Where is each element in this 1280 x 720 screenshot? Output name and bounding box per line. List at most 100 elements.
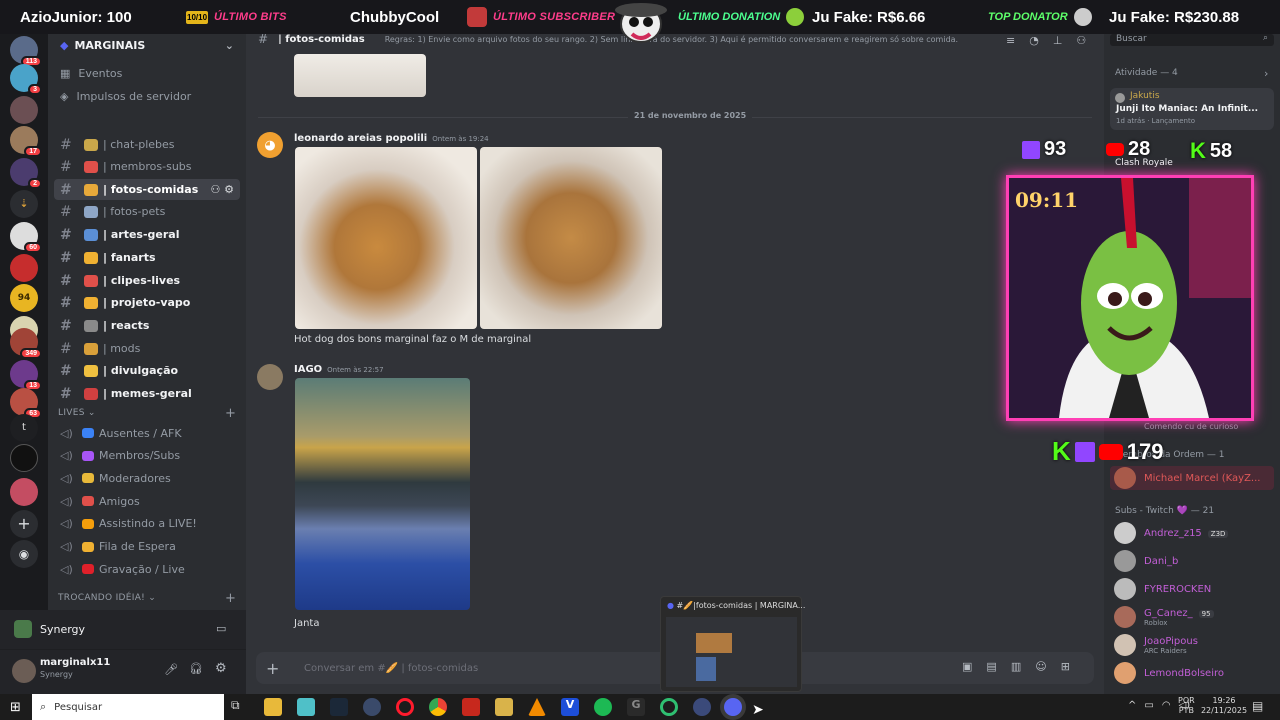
voice-channel[interactable]: ◁) Membros/Subs — [54, 446, 240, 466]
app-icon[interactable] — [693, 698, 711, 716]
category-lives[interactable]: LIVES ⌄ + — [58, 406, 236, 421]
member-row[interactable]: Andrez_z15 Z3D — [1114, 522, 1229, 544]
message-author[interactable]: leonardo areias popolili Ontem às 19:24 — [294, 133, 489, 144]
channel-item[interactable]: # | mods — [54, 338, 240, 359]
voice-channel[interactable]: ◁) Gravação / Live — [54, 559, 240, 579]
hot-dog-image[interactable] — [480, 147, 662, 329]
vlc-icon[interactable] — [528, 698, 546, 716]
member-row[interactable]: Michael Marcel (KayZ... — [1114, 467, 1260, 489]
server-header[interactable]: ◆ MARGINAIS ⌄ — [60, 34, 240, 56]
spotify-icon[interactable] — [594, 698, 612, 716]
headphones-icon[interactable]: 🎧︎ — [189, 662, 203, 675]
chevron-up-icon[interactable]: ^ — [1128, 700, 1136, 711]
opera-icon[interactable] — [396, 698, 414, 716]
member-row[interactable]: LemondBolseiro — [1114, 662, 1224, 684]
add-attachment-icon[interactable]: + — [266, 659, 290, 678]
media-player-icon[interactable] — [495, 698, 513, 716]
channel-item[interactable]: # | fotos-pets — [54, 201, 240, 222]
member-row[interactable]: Dani_b — [1114, 550, 1178, 572]
voice-channel[interactable]: ◁) Ausentes / AFK — [54, 423, 240, 443]
threads-icon[interactable]: ≡ — [1006, 34, 1015, 47]
dinner-image[interactable] — [295, 378, 470, 610]
voice-channel[interactable]: ◁) Assistindo a LIVE! — [54, 514, 240, 534]
apps-icon[interactable]: ⊞ — [1061, 660, 1070, 673]
channel-item[interactable]: # | divulgação — [54, 360, 240, 381]
channel-item[interactable]: # | fanarts — [54, 247, 240, 268]
steam-icon[interactable] — [330, 698, 348, 716]
file-explorer-icon[interactable] — [264, 698, 282, 716]
screen-icon[interactable]: ▭ — [216, 622, 226, 635]
channel-item[interactable]: # | clipes-lives — [54, 270, 240, 291]
voice-channel[interactable]: ◁) Moderadores — [54, 468, 240, 488]
server-icon[interactable] — [10, 478, 38, 506]
discord-icon[interactable] — [724, 698, 742, 716]
chrome-icon[interactable] — [429, 698, 447, 716]
taskbar-preview[interactable]: ● #🥖|fotos-comidas | MARGINA... — [660, 596, 805, 692]
app-icon[interactable]: V — [561, 698, 579, 716]
channel-settings-icon[interactable]: ⚇ ⚙ — [210, 183, 234, 196]
server-icon[interactable] — [10, 96, 38, 124]
nav-boosts[interactable]: ◈ Impulsos de servidor — [60, 86, 191, 106]
avatar[interactable]: ◕ — [257, 132, 283, 158]
members-icon[interactable]: ⚇ — [1076, 34, 1086, 47]
notification-icon[interactable]: ▤ — [1252, 699, 1263, 713]
message-author[interactable]: IAGO Ontem às 22:57 — [294, 364, 384, 375]
activity-card[interactable]: Jakutis Junji Ito Maniac: An Infinit... … — [1110, 88, 1274, 130]
gif-icon[interactable]: ▤ — [986, 660, 996, 673]
server-icon[interactable]: 17 — [10, 126, 42, 157]
explore-icon[interactable]: ◉ — [10, 540, 38, 568]
server-icon[interactable]: 13 — [10, 360, 42, 391]
message-input-placeholder[interactable]: Conversar em #🥖 | fotos-comidas — [304, 663, 478, 674]
gear-icon[interactable]: ⚙ — [215, 661, 227, 676]
microphone-icon[interactable]: 🎤︎ — [164, 663, 178, 676]
member-row[interactable]: G_Canez_ 95 Roblox — [1114, 606, 1214, 628]
add-server-icon[interactable]: + — [10, 510, 38, 538]
server-icon[interactable]: 3 — [10, 64, 42, 95]
previous-food-image[interactable] — [294, 54, 426, 97]
task-view-icon[interactable]: ⧉ — [231, 698, 249, 716]
app-icon[interactable]: G — [627, 698, 645, 716]
server-icon[interactable] — [10, 254, 38, 282]
channel-item[interactable]: # | projeto-vapo — [54, 292, 240, 313]
server-icon[interactable]: 63 — [10, 388, 42, 419]
bell-icon[interactable]: ◔ — [1029, 34, 1039, 47]
member-row[interactable]: FYREROCKEN — [1114, 578, 1211, 600]
channel-item[interactable]: # | membros-subs — [54, 156, 240, 177]
server-icon-top[interactable]: 113 — [10, 36, 42, 67]
emoji-icon[interactable]: ☺ — [1035, 660, 1046, 673]
notepad-icon[interactable] — [297, 698, 315, 716]
server-icon[interactable]: 2 — [10, 158, 42, 189]
clock[interactable]: 19:26 22/11/2025 — [1200, 696, 1248, 716]
sticker-icon[interactable]: ▥ — [1011, 660, 1021, 673]
network-icon[interactable]: ▭ — [1144, 700, 1153, 711]
channel-item[interactable]: # | chat-plebes — [54, 134, 240, 155]
add-channel-icon[interactable]: + — [225, 591, 236, 606]
pin-icon[interactable]: ⊥ — [1053, 34, 1063, 47]
language-indicator[interactable]: POR PTB — [1178, 696, 1195, 716]
voice-channel[interactable]: ◁) Fila de Espera — [54, 537, 240, 557]
hot-dog-image[interactable] — [295, 147, 477, 329]
avatar[interactable] — [257, 364, 283, 390]
server-icon[interactable] — [10, 444, 38, 472]
avatar[interactable] — [12, 659, 36, 683]
app-icon[interactable] — [363, 698, 381, 716]
search-input[interactable]: Buscar ⌕ — [1110, 33, 1274, 46]
server-icon[interactable]: t — [10, 414, 38, 442]
windows-start-icon[interactable]: ⊞ — [10, 700, 21, 715]
app-icon[interactable] — [660, 698, 678, 716]
download-icon[interactable]: ⇣ — [10, 190, 38, 218]
gift-icon[interactable]: ▣ — [962, 660, 972, 673]
voice-channel[interactable]: ◁) Amigos — [54, 491, 240, 511]
taskbar-search[interactable]: ⌕ Pesquisar — [32, 694, 224, 720]
server-icon[interactable]: 94 — [10, 284, 38, 312]
channel-item[interactable]: # | reacts — [54, 315, 240, 336]
channel-item[interactable]: # | fotos-comidas ⚇ ⚙ — [54, 179, 240, 200]
chevron-right-icon[interactable]: › — [1264, 67, 1268, 80]
nav-events[interactable]: ▦ Eventos — [60, 63, 122, 83]
wifi-icon[interactable]: ◠ — [1162, 700, 1171, 711]
channel-item[interactable]: # | memes-geral — [54, 383, 240, 404]
server-icon[interactable]: 349 — [10, 328, 42, 359]
add-channel-icon[interactable]: + — [225, 406, 236, 421]
server-icon[interactable]: 60 — [10, 222, 42, 253]
channel-item[interactable]: # | artes-geral — [54, 224, 240, 245]
